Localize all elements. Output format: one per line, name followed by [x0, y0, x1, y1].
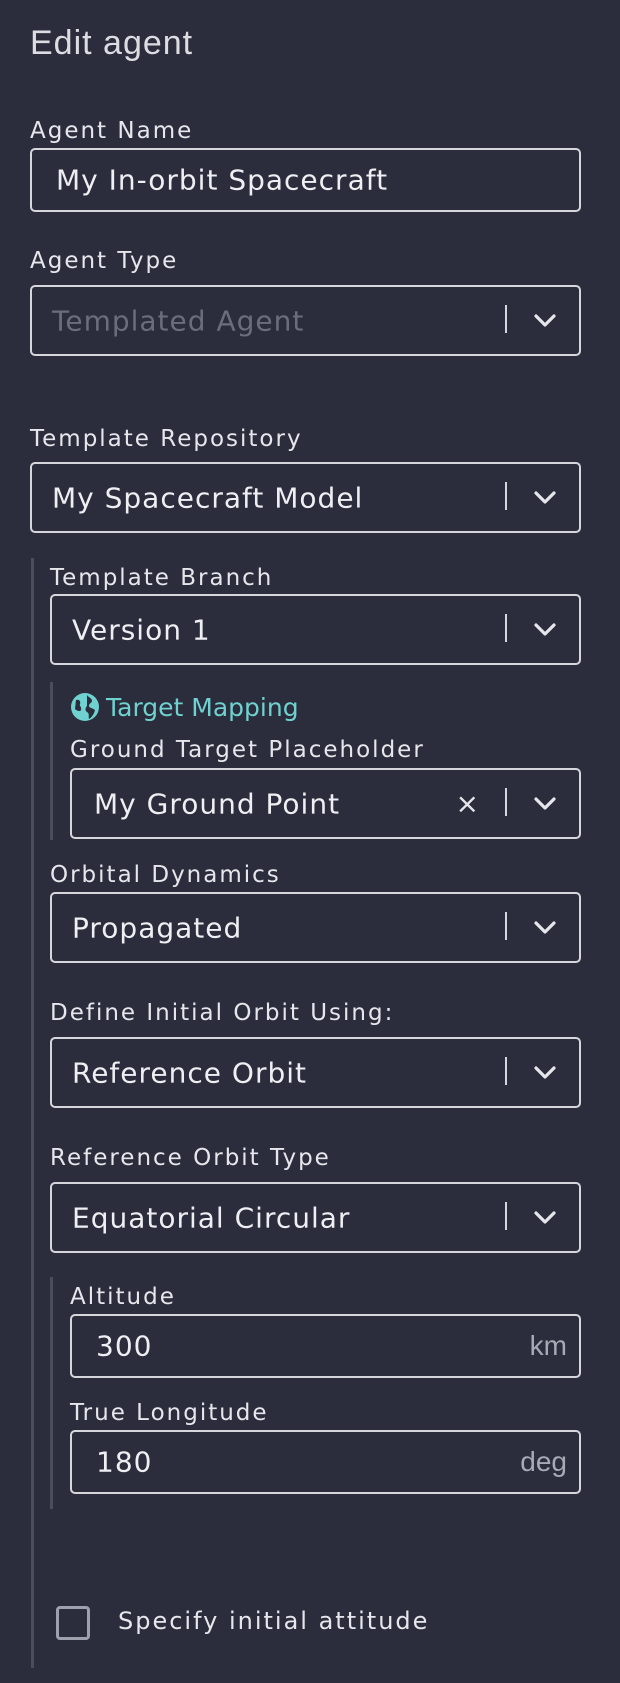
ground-target-value: My Ground Point	[94, 787, 341, 820]
altitude-input[interactable]: 300 km	[70, 1314, 581, 1378]
agent-type-select[interactable]: Templated Agent	[30, 285, 581, 356]
globe-icon	[71, 693, 99, 721]
reference-orbit-type-value: Equatorial Circular	[72, 1201, 351, 1234]
edit-agent-panel: Edit agent Agent Name My In-orbit Spacec…	[0, 0, 620, 1683]
template-repository-select[interactable]: My Spacecraft Model	[30, 462, 581, 533]
template-branch-label: Template Branch	[50, 565, 274, 591]
chevron-down-icon[interactable]	[533, 1065, 557, 1081]
template-branch-select[interactable]: Version 1	[50, 594, 581, 665]
true-longitude-value: 180	[96, 1445, 153, 1479]
target-mapping-title: Target Mapping	[106, 692, 299, 722]
initial-attitude-checkbox[interactable]	[56, 1606, 90, 1640]
agent-type-placeholder: Templated Agent	[52, 304, 305, 337]
ground-target-select[interactable]: My Ground Point ×	[70, 768, 581, 839]
select-separator	[505, 1057, 507, 1085]
agent-name-value: My In-orbit Spacecraft	[56, 163, 389, 197]
agent-name-label: Agent Name	[30, 118, 194, 144]
orbital-dynamics-label: Orbital Dynamics	[50, 862, 281, 888]
altitude-unit: km	[529, 1330, 567, 1361]
altitude-value: 300	[96, 1329, 153, 1363]
reference-orbit-type-select[interactable]: Equatorial Circular	[50, 1182, 581, 1253]
reference-orbit-indicator	[50, 1277, 53, 1509]
template-repository-label: Template Repository	[30, 426, 303, 452]
chevron-down-icon[interactable]	[533, 796, 557, 812]
true-longitude-input[interactable]: 180 deg	[70, 1430, 581, 1494]
chevron-down-icon[interactable]	[533, 490, 557, 506]
initial-attitude-label[interactable]: Specify initial attitude	[118, 1607, 429, 1635]
chevron-down-icon[interactable]	[533, 1210, 557, 1226]
initial-orbit-label: Define Initial Orbit Using:	[50, 1000, 395, 1026]
chevron-down-icon[interactable]	[533, 622, 557, 638]
template-branch-value: Version 1	[72, 613, 211, 646]
page-title: Edit agent	[30, 24, 194, 62]
nested-section-indicator	[31, 558, 34, 1668]
select-separator	[505, 614, 507, 642]
chevron-down-icon[interactable]	[533, 920, 557, 936]
true-longitude-label: True Longitude	[70, 1400, 269, 1426]
true-longitude-unit: deg	[520, 1446, 567, 1477]
agent-type-label: Agent Type	[30, 248, 179, 274]
target-mapping-header: Target Mapping	[70, 692, 299, 722]
select-separator	[505, 912, 507, 940]
ground-target-label: Ground Target Placeholder	[70, 737, 425, 763]
orbital-dynamics-value: Propagated	[72, 911, 243, 944]
template-repository-value: My Spacecraft Model	[52, 481, 364, 514]
chevron-down-icon[interactable]	[533, 313, 557, 329]
select-separator	[505, 482, 507, 510]
clear-icon[interactable]: ×	[456, 786, 479, 819]
select-separator	[505, 305, 507, 333]
agent-name-input[interactable]: My In-orbit Spacecraft	[30, 148, 581, 212]
select-separator	[505, 1202, 507, 1230]
select-separator	[505, 788, 507, 816]
initial-orbit-select[interactable]: Reference Orbit	[50, 1037, 581, 1108]
altitude-label: Altitude	[70, 1284, 176, 1310]
orbital-dynamics-select[interactable]: Propagated	[50, 892, 581, 963]
target-mapping-indicator	[50, 682, 53, 840]
reference-orbit-type-label: Reference Orbit Type	[50, 1145, 331, 1171]
initial-orbit-value: Reference Orbit	[72, 1056, 307, 1089]
